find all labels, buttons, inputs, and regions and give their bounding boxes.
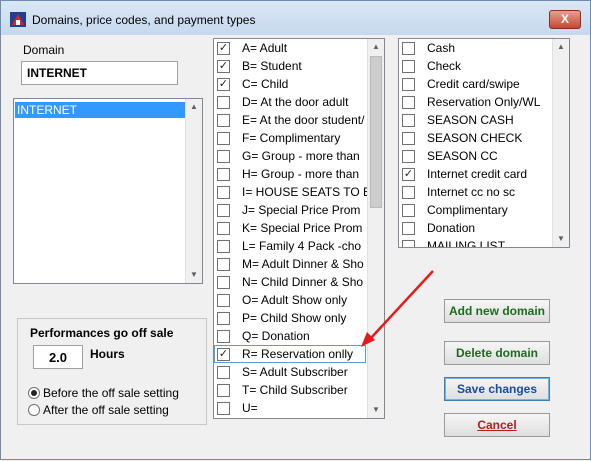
dialog-window: Domains, price codes, and payment types … bbox=[0, 0, 591, 460]
annotation-arrow bbox=[361, 270, 434, 347]
